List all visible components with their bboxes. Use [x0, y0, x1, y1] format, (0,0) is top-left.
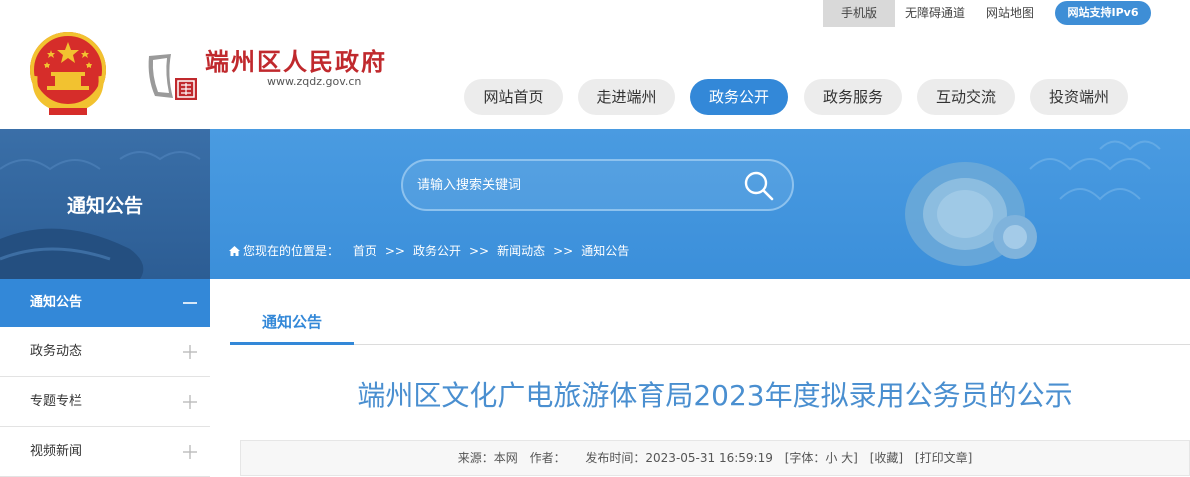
expand-icon[interactable] [182, 377, 198, 426]
section-title: 通知公告 [66, 195, 143, 217]
breadcrumb-separator: >> [468, 244, 490, 258]
site-name: 端州区人民政府 [205, 47, 387, 76]
sidebar-item-label: 通知公告 [30, 295, 83, 310]
site-logo[interactable]: 端州区人民政府 www.zqdz.gov.cn [205, 42, 387, 88]
article-source: 来源：本网 [457, 451, 518, 465]
breadcrumb-prefix: 您现在的位置是： [243, 244, 340, 258]
mobile-version-link[interactable]: 手机版 [823, 0, 895, 27]
sidebar-item-label: 政务动态 [30, 344, 83, 359]
article-publish-time: 发布时间：2023-05-31 16:59:19 [585, 451, 773, 465]
search-box [401, 159, 794, 211]
section-banner: 通知公告 [0, 129, 210, 279]
search-input[interactable] [417, 173, 717, 197]
nav-gov-affairs[interactable]: 政务公开 [690, 79, 788, 115]
inkstone-logo-icon [145, 48, 203, 104]
top-utility-bar: 手机版 无障碍通道 网站地图 网站支持IPv6 [0, 0, 1190, 28]
accessibility-link[interactable]: 无障碍通道 [905, 0, 965, 27]
sidebar-item-notices[interactable]: 通知公告 [0, 279, 210, 327]
sidebar-item-special-topics[interactable]: 专题专栏 [0, 377, 210, 427]
article-author: 作者： [529, 451, 566, 465]
tab-notices[interactable]: 通知公告 [230, 302, 354, 345]
breadcrumb-home[interactable]: 首页 [353, 242, 377, 259]
home-icon [229, 246, 240, 256]
breadcrumb-separator: >> [553, 244, 574, 258]
expand-icon[interactable] [182, 327, 198, 376]
breadcrumb-separator: >> [384, 244, 405, 258]
breadcrumb-notices[interactable]: 通知公告 [581, 242, 629, 259]
ipv6-badge: 网站支持IPv6 [1055, 1, 1151, 25]
font-size-control[interactable]: [字体：小 大] [785, 451, 858, 465]
banner: 通知公告 您现在的位置是： 首页 >> 政务公开 >> 新闻动态 >> 通知公告 [0, 129, 1190, 279]
sitemap-link[interactable]: 网站地图 [986, 0, 1034, 27]
national-emblem-icon [25, 28, 111, 118]
search-button[interactable] [744, 171, 774, 201]
print-button[interactable]: [打印文章] [915, 451, 972, 465]
nav-gov-services[interactable]: 政务服务 [804, 79, 902, 115]
breadcrumb-news[interactable]: 新闻动态 [497, 242, 545, 259]
nav-about[interactable]: 走进端州 [578, 79, 675, 115]
breadcrumb-gov-affairs[interactable]: 政务公开 [413, 242, 461, 259]
collapse-icon[interactable] [182, 279, 198, 327]
favorite-button[interactable]: [收藏] [870, 451, 903, 465]
tab-divider [230, 344, 1190, 345]
breadcrumb: 您现在的位置是： 首页 >> 政务公开 >> 新闻动态 >> 通知公告 [229, 242, 629, 259]
sidebar-item-label: 专题专栏 [30, 394, 83, 409]
sidebar: 通知公告 政务动态 专题专栏 视频新闻 [0, 279, 210, 477]
sidebar-item-video-news[interactable]: 视频新闻 [0, 427, 210, 477]
nav-interaction[interactable]: 互动交流 [917, 79, 1015, 115]
article-title: 端州区文化广电旅游体育局2023年度拟录用公务员的公示 [357, 379, 1073, 412]
article-meta-bar: 来源：本网 作者： 发布时间：2023-05-31 16:59:19 [字体：小… [240, 440, 1190, 476]
expand-icon[interactable] [182, 427, 198, 476]
nav-home[interactable]: 网站首页 [464, 79, 563, 115]
sidebar-item-gov-news[interactable]: 政务动态 [0, 327, 210, 377]
sidebar-item-label: 视频新闻 [30, 444, 83, 459]
nav-invest[interactable]: 投资端州 [1030, 79, 1128, 115]
search-icon [744, 171, 774, 201]
